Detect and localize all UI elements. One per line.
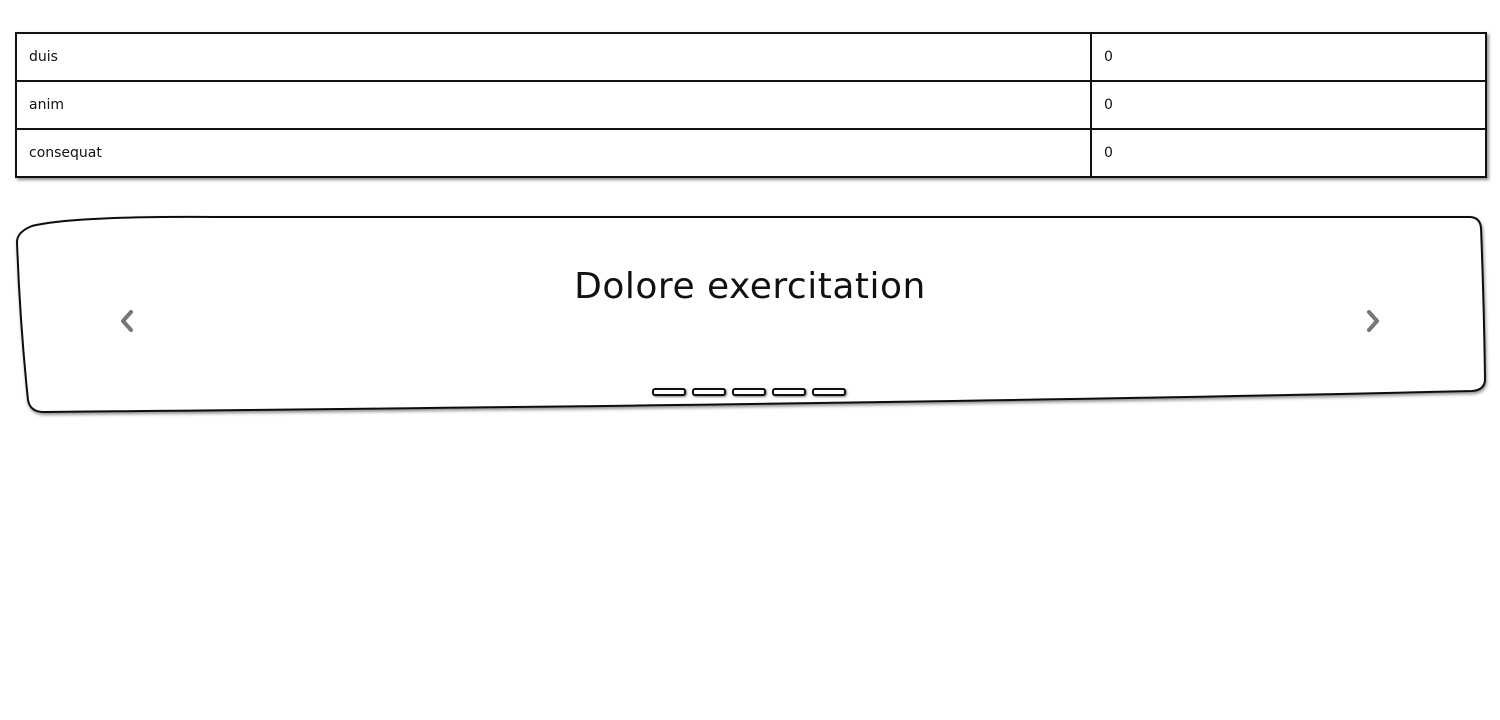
chevron-left-icon <box>121 310 133 332</box>
table-cell-name: anim <box>15 80 1092 130</box>
table-cell-name: duis <box>15 32 1092 82</box>
carousel-indicator[interactable] <box>812 388 846 396</box>
carousel-indicator[interactable] <box>652 388 686 396</box>
table-cell-value: 0 <box>1090 128 1487 178</box>
table-cell-value: 0 <box>1090 80 1487 130</box>
table-row: anim 0 <box>15 80 1487 130</box>
data-table: duis 0 anim 0 consequat 0 <box>15 32 1487 178</box>
carousel-indicators <box>652 388 846 396</box>
table-cell-value: 0 <box>1090 32 1487 82</box>
carousel-indicator[interactable] <box>732 388 766 396</box>
carousel-indicator[interactable] <box>692 388 726 396</box>
carousel-prev-button[interactable] <box>115 306 139 336</box>
table-row: consequat 0 <box>15 128 1487 178</box>
carousel-frame <box>15 215 1487 414</box>
chevron-right-icon <box>1367 310 1379 332</box>
carousel-indicator[interactable] <box>772 388 806 396</box>
table-cell-name: consequat <box>15 128 1092 178</box>
carousel: Dolore exercitation <box>14 214 1487 416</box>
carousel-title: Dolore exercitation <box>574 266 926 307</box>
carousel-next-button[interactable] <box>1361 306 1385 336</box>
table-row: duis 0 <box>15 32 1487 82</box>
